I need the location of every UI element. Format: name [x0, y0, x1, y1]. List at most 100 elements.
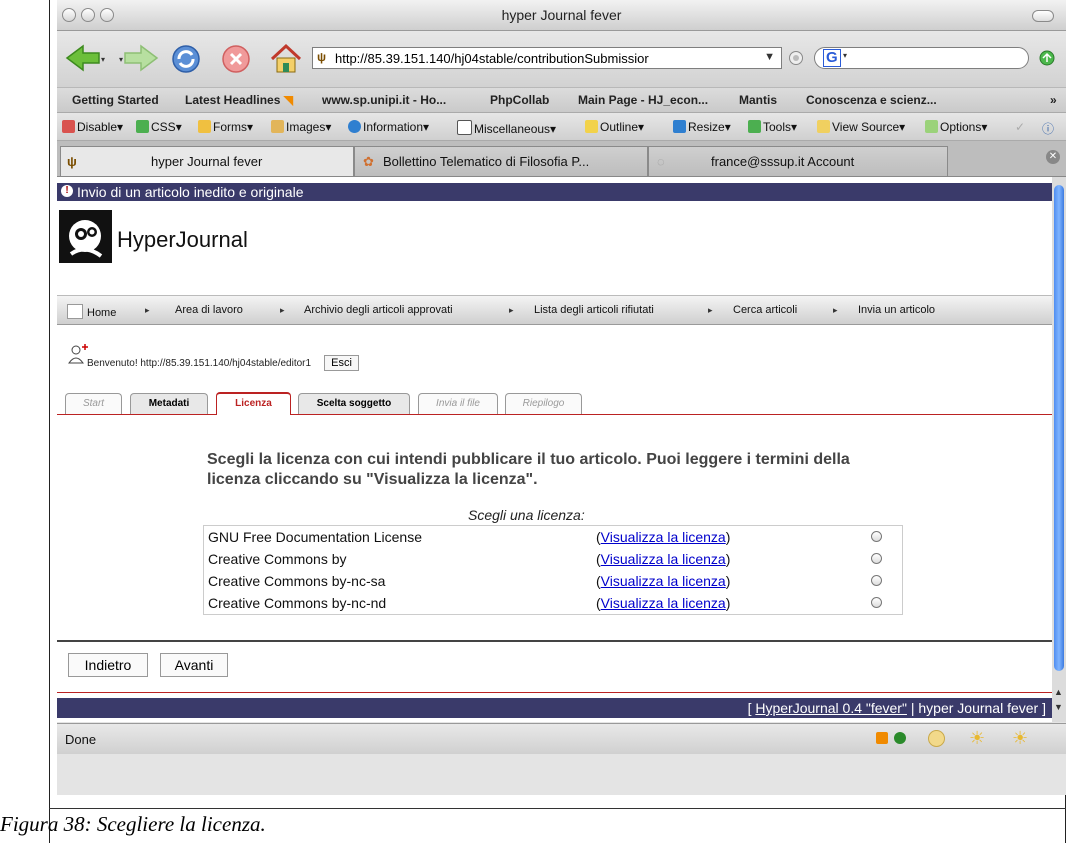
toolbar-toggle-button[interactable]: [1032, 10, 1054, 22]
dev-menu-images[interactable]: Images▾: [271, 120, 331, 134]
menu-archivio[interactable]: Archivio degli articoli approvati: [304, 304, 453, 316]
back-arrow-icon[interactable]: ▾: [65, 43, 107, 73]
license-name: Creative Commons by: [208, 551, 347, 567]
search-engine-icon[interactable]: G: [823, 49, 841, 67]
license-radio[interactable]: [870, 597, 882, 608]
close-tab-icon[interactable]: ✕: [1046, 150, 1060, 164]
rss-feed-icon: ◥: [283, 93, 293, 107]
rss-status-icon[interactable]: [876, 732, 888, 744]
stop-icon[interactable]: [220, 43, 252, 75]
menu-separator-icon: ▸: [509, 305, 514, 315]
svg-text:▾: ▾: [101, 55, 105, 64]
validation-check-icon[interactable]: ✓: [1015, 120, 1025, 134]
options-icon: [925, 120, 938, 133]
step-metadati[interactable]: Metadati: [130, 393, 208, 414]
view-license-link[interactable]: Visualizza la licenza: [601, 595, 726, 611]
step-licenza[interactable]: Licenza: [216, 392, 291, 415]
search-go-icon[interactable]: [1039, 50, 1055, 66]
bookmark-item[interactable]: Main Page - HJ_econ...: [578, 93, 708, 107]
moon-icon[interactable]: [928, 730, 945, 747]
license-radio-cell: [850, 570, 903, 592]
bookmark-item[interactable]: Getting Started: [72, 93, 159, 107]
choose-license-label: Scegli una licenza:: [468, 507, 585, 523]
menu-area-di-lavoro[interactable]: Area di lavoro: [175, 304, 243, 316]
menu-home[interactable]: Home: [67, 304, 116, 319]
hyperjournal-version-link[interactable]: HyperJournal 0.4 "fever": [755, 700, 907, 716]
step-scelta-soggetto[interactable]: Scelta soggetto: [298, 393, 410, 414]
menu-separator-icon: ▸: [280, 305, 285, 315]
license-radio[interactable]: [870, 553, 882, 564]
dev-menu-miscellaneous[interactable]: Miscellaneous▾: [457, 120, 556, 136]
more-bookmarks-chevron-icon[interactable]: »: [1050, 93, 1057, 107]
dev-menu-outline[interactable]: Outline▾: [585, 120, 644, 134]
tab-favicon-icon: ✿: [363, 154, 374, 169]
step-start[interactable]: Start: [65, 393, 122, 414]
menu-separator-icon: ▸: [833, 305, 838, 315]
forms-icon: [198, 120, 211, 133]
browser-tab[interactable]: ◌ france@sssup.it Account: [648, 146, 948, 176]
status-bar: Done ☀ ☀: [57, 723, 1066, 754]
search-engine-chevron-icon[interactable]: ▾: [843, 51, 847, 60]
view-license-link[interactable]: Visualizza la licenza: [601, 551, 726, 567]
browser-tab[interactable]: ✿ Bollettino Telematico di Filosofia P..…: [354, 146, 648, 176]
bookmark-item[interactable]: Mantis: [739, 93, 777, 107]
home-icon[interactable]: [269, 43, 303, 75]
search-box[interactable]: G ▾: [814, 47, 1029, 69]
vertical-scrollbar[interactable]: ▲ ▼: [1052, 177, 1066, 722]
tab-loading-icon: ◌: [657, 154, 665, 169]
menu-separator-icon: ▸: [708, 305, 713, 315]
dev-menu-information[interactable]: Information▾: [348, 120, 429, 134]
license-radio[interactable]: [870, 531, 882, 542]
navigation-toolbar: ▾ ▾ ψ http://85.39.151.140/hj04stable/co…: [57, 31, 1066, 88]
dev-menu-view-source[interactable]: View Source▾: [817, 120, 905, 134]
go-icon[interactable]: [788, 50, 804, 66]
resize-icon: [673, 120, 686, 133]
dev-menu-options[interactable]: Options▾: [925, 120, 987, 134]
browser-tab-strip: ψ hyper Journal fever ✿ Bollettino Telem…: [57, 141, 1066, 177]
url-history-chevron-icon[interactable]: ▼: [764, 51, 775, 63]
information-icon: [348, 120, 361, 133]
license-link-cell: (Visualizza la licenza): [596, 573, 731, 589]
weather-icon[interactable]: ☀: [969, 728, 985, 749]
site-menu: Home ▸ Area di lavoro ▸ Archivio degli a…: [57, 295, 1052, 325]
menu-cerca-articoli[interactable]: Cerca articoli: [733, 304, 797, 316]
next-button[interactable]: Avanti: [160, 653, 228, 677]
table-row: Creative Commons by-nc-nd (Visualizza la…: [204, 592, 903, 615]
site-favicon-icon: ψ: [317, 50, 327, 64]
dev-menu-forms[interactable]: Forms▾: [198, 120, 253, 134]
back-button[interactable]: Indietro: [68, 653, 148, 677]
scroll-down-icon[interactable]: ▼: [1054, 702, 1063, 712]
status-text: Done: [65, 732, 97, 747]
step-invia-il-file: Invia il file: [418, 393, 498, 414]
view-license-link[interactable]: Visualizza la licenza: [601, 573, 726, 589]
view-license-link[interactable]: Visualizza la licenza: [601, 529, 726, 545]
outline-icon: [585, 120, 598, 133]
weather-forecast-icon[interactable]: ☀: [1012, 728, 1028, 749]
dev-menu-css[interactable]: CSS▾: [136, 120, 182, 134]
scroll-up-icon[interactable]: ▲: [1054, 687, 1063, 697]
license-link-cell: (Visualizza la licenza): [596, 529, 731, 545]
bookmark-item[interactable]: PhpCollab: [490, 93, 549, 107]
bookmark-item[interactable]: Latest Headlines ◥: [185, 93, 293, 107]
menu-lista-rifiutati[interactable]: Lista degli articoli rifiutati: [534, 304, 654, 316]
forward-arrow-icon[interactable]: ▾: [119, 43, 161, 73]
bookmark-item[interactable]: www.sp.unipi.it - Ho...: [322, 93, 446, 107]
scrollbar-thumb[interactable]: [1054, 185, 1064, 671]
license-radio[interactable]: [870, 575, 882, 586]
license-radio-cell: [850, 526, 903, 549]
dev-menu-disable[interactable]: Disable▾: [62, 120, 123, 134]
table-row: Creative Commons by (Visualizza la licen…: [204, 548, 903, 570]
wizard-steps: Start Metadati Licenza Scelta soggetto I…: [57, 390, 1052, 415]
logout-button[interactable]: Esci: [324, 355, 359, 371]
license-radio-cell: [850, 548, 903, 570]
menu-invia-articolo[interactable]: Invia un articolo: [858, 304, 935, 316]
bookmark-item[interactable]: Conoscenza e scienz...: [806, 93, 937, 107]
css-icon: [136, 120, 149, 133]
dev-menu-resize[interactable]: Resize▾: [673, 120, 731, 134]
reload-icon[interactable]: [170, 43, 202, 75]
info-icon[interactable]: ⓘ: [1042, 120, 1054, 137]
browser-tab-active[interactable]: ψ hyper Journal fever: [60, 146, 354, 176]
connection-status-icon: [894, 732, 906, 744]
url-bar[interactable]: ψ http://85.39.151.140/hj04stable/contri…: [312, 47, 782, 69]
dev-menu-tools[interactable]: Tools▾: [748, 120, 797, 134]
